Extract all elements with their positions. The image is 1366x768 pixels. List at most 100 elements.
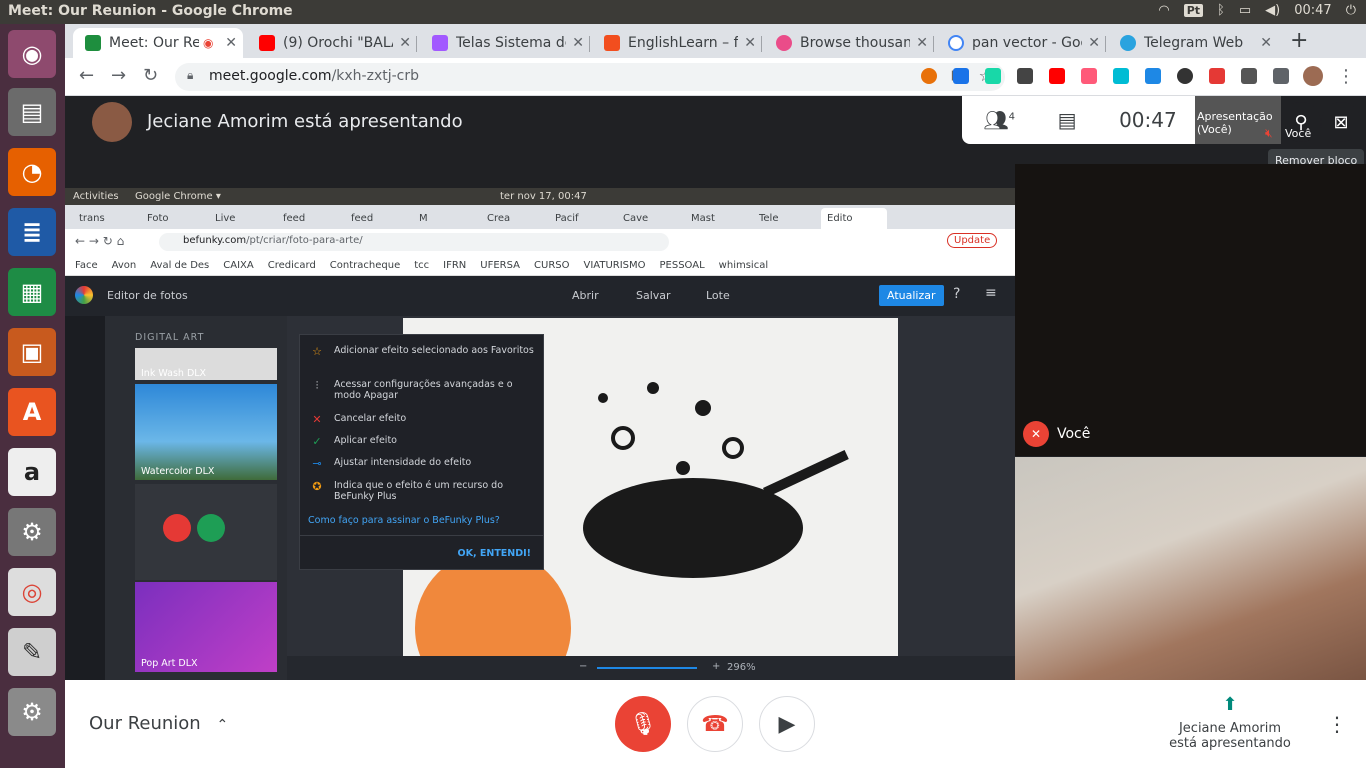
clock[interactable]: 00:47 bbox=[1294, 3, 1331, 18]
meeting-details-button[interactable]: Our Reunion ⌃ bbox=[89, 713, 228, 734]
close-tab-icon[interactable]: ✕ bbox=[1088, 35, 1100, 51]
text-editor-icon[interactable]: ✎ bbox=[8, 628, 56, 676]
participants-button[interactable]: 👥︎4 bbox=[983, 108, 1015, 132]
extension-icon[interactable] bbox=[1113, 68, 1129, 84]
popup-item: ⊸ Ajustar intensidade do efeito bbox=[310, 457, 535, 470]
camera-toggle-button[interactable]: ▶︎ bbox=[759, 696, 815, 752]
extension-icon[interactable] bbox=[1177, 68, 1193, 84]
hamburger-icon: ≡ bbox=[985, 285, 997, 301]
remove-tile-button[interactable]: ⊠ bbox=[1321, 102, 1361, 142]
extension-icon[interactable] bbox=[1241, 68, 1257, 84]
divider bbox=[300, 535, 543, 536]
zoom-in-icon: + bbox=[712, 661, 721, 672]
files-icon[interactable]: ▤ bbox=[8, 88, 56, 136]
system-settings-icon[interactable]: ⚙ bbox=[8, 688, 56, 736]
shared-browser-toolbar: ← → ↻ ⌂ befunky.com/pt/criar/foto-para-a… bbox=[65, 229, 1015, 255]
zoom-out-icon: − bbox=[579, 661, 588, 672]
extension-icon[interactable] bbox=[921, 68, 937, 84]
firefox-icon[interactable]: ◔ bbox=[8, 148, 56, 196]
shared-tab: feed bbox=[351, 213, 374, 224]
avatar bbox=[92, 102, 132, 142]
bluetooth-icon[interactable]: ᛒ bbox=[1217, 3, 1225, 18]
slider-icon: ⊸ bbox=[312, 457, 322, 470]
address-bar[interactable]: 🔒︎ meet.google.com/kxh-zxtj-crb ■ ☆ bbox=[175, 63, 1005, 91]
shared-nav-icons: ← → ↻ ⌂ bbox=[75, 234, 125, 248]
ubuntu-logo-icon[interactable]: ◉ bbox=[8, 30, 56, 78]
tab-google-search[interactable]: pan vector - Goo ✕ bbox=[936, 28, 1106, 58]
shared-tab: feed bbox=[283, 213, 306, 224]
keyboard-layout-indicator[interactable]: Pt bbox=[1183, 4, 1204, 17]
writer-icon[interactable]: ≣ bbox=[8, 208, 56, 256]
extension-icon[interactable] bbox=[1017, 68, 1033, 84]
close-tab-icon[interactable]: ✕ bbox=[399, 35, 411, 51]
lock-icon: 🔒︎ bbox=[187, 68, 194, 82]
effect-help-popup: ☆ Adicionar efeito selecionado aos Favori… bbox=[299, 334, 544, 570]
forward-button[interactable]: → bbox=[111, 65, 126, 86]
befunky-topbar: Editor de fotos Abrir Salvar Lote Atuali… bbox=[65, 276, 1015, 316]
tab-figma-englishlearn[interactable]: EnglishLearn – f ✕ bbox=[592, 28, 762, 58]
shared-tab: M bbox=[419, 213, 428, 224]
popup-item: ✪ Indica que o efeito é um recurso do BeF… bbox=[310, 480, 535, 502]
shared-tab: trans bbox=[79, 213, 105, 224]
battery-icon[interactable]: ▭ bbox=[1239, 3, 1251, 18]
profile-avatar[interactable] bbox=[1303, 66, 1323, 86]
pip-label: Apresentação (Você) bbox=[1197, 110, 1273, 136]
present-screen-icon: ⬆︎ bbox=[1222, 694, 1238, 715]
amazon-icon[interactable]: a bbox=[8, 448, 56, 496]
chrome-icon[interactable]: ◎ bbox=[8, 568, 56, 616]
chat-button[interactable]: ▤ bbox=[1058, 108, 1077, 132]
more-options-button[interactable]: ⋮ bbox=[1327, 712, 1347, 736]
leave-call-button[interactable]: ☎︎ bbox=[687, 696, 743, 752]
close-tab-icon[interactable]: ✕ bbox=[744, 35, 756, 51]
close-tab-icon[interactable]: ✕ bbox=[572, 35, 584, 51]
extension-icon[interactable] bbox=[1081, 68, 1097, 84]
unpin-icon: ⊠ bbox=[1321, 102, 1361, 142]
shared-tab-active: Edito bbox=[821, 208, 887, 229]
wifi-icon[interactable]: ◠ bbox=[1158, 3, 1169, 18]
popup-item: ⫶ Acessar configurações avançadas e o mod… bbox=[310, 379, 535, 401]
reload-button[interactable]: ↻ bbox=[143, 65, 158, 86]
extension-icon[interactable] bbox=[1049, 68, 1065, 84]
mic-off-icon: ✕ bbox=[1023, 421, 1049, 447]
google-favicon-icon bbox=[948, 35, 964, 51]
participant-name-tag: ✕ Você bbox=[1023, 421, 1090, 447]
recording-dot-icon: ◉ bbox=[203, 36, 214, 50]
close-icon: ✕ bbox=[312, 413, 322, 426]
extension-icon[interactable] bbox=[1145, 68, 1161, 84]
tab-dribbble[interactable]: Browse thousan ✕ bbox=[764, 28, 934, 58]
color-picker-icon[interactable] bbox=[953, 68, 969, 84]
mic-toggle-button[interactable]: 🎙︎ bbox=[615, 696, 671, 752]
participant-tile-video[interactable] bbox=[1015, 457, 1366, 680]
tab-youtube[interactable]: (9) Orochi "BALA ✕ bbox=[247, 28, 417, 58]
close-tab-icon[interactable]: ✕ bbox=[916, 35, 928, 51]
software-center-icon[interactable]: A bbox=[8, 388, 56, 436]
meet-bottom-bar: Our Reunion ⌃ 🎙︎ ☎︎ ▶︎ ⬆︎ Jeciane Amorim… bbox=[65, 680, 1366, 768]
new-tab-button[interactable]: + bbox=[1290, 28, 1308, 53]
calc-icon[interactable]: ▦ bbox=[8, 268, 56, 316]
settings-tools-icon[interactable]: ⚙ bbox=[8, 508, 56, 556]
volume-icon[interactable]: ◀) bbox=[1265, 3, 1280, 18]
shared-update-button: Update bbox=[947, 233, 998, 248]
hang-up-icon: ☎︎ bbox=[701, 711, 729, 737]
chevron-up-icon: ⌃ bbox=[216, 717, 229, 733]
system-tray[interactable]: ◠ Pt ᛒ ▭ ◀) 00:47 ⏻ bbox=[1158, 3, 1356, 18]
shared-tab: Cave bbox=[623, 213, 649, 224]
impress-icon[interactable]: ▣ bbox=[8, 328, 56, 376]
close-tab-icon[interactable]: ✕ bbox=[1260, 35, 1272, 51]
close-tab-icon[interactable]: ✕ bbox=[225, 35, 237, 51]
participant-tile-self[interactable]: ✕ Você bbox=[1015, 164, 1366, 456]
extension-icon[interactable] bbox=[985, 68, 1001, 84]
back-button[interactable]: ← bbox=[79, 65, 94, 86]
tab-telegram[interactable]: Telegram Web ✕ bbox=[1108, 28, 1278, 58]
tab-figma-telas[interactable]: Telas Sistema de ✕ bbox=[420, 28, 590, 58]
power-icon[interactable]: ⏻ bbox=[1346, 3, 1356, 18]
sliders-icon: ⫶ bbox=[315, 379, 319, 392]
shared-tab: Foto bbox=[147, 213, 169, 224]
tab-meet[interactable]: Meet: Our Re ◉ ✕ bbox=[73, 28, 243, 58]
present-now-button[interactable]: ⬆︎ Jeciane Amorim está apresentando bbox=[1165, 694, 1295, 751]
extensions-puzzle-icon[interactable] bbox=[1273, 68, 1289, 84]
check-icon: ✓ bbox=[312, 435, 322, 448]
plus-badge-icon: ✪ bbox=[312, 480, 322, 493]
extension-icon[interactable] bbox=[1209, 68, 1225, 84]
kebab-menu-icon[interactable]: ⋮ bbox=[1337, 66, 1355, 87]
